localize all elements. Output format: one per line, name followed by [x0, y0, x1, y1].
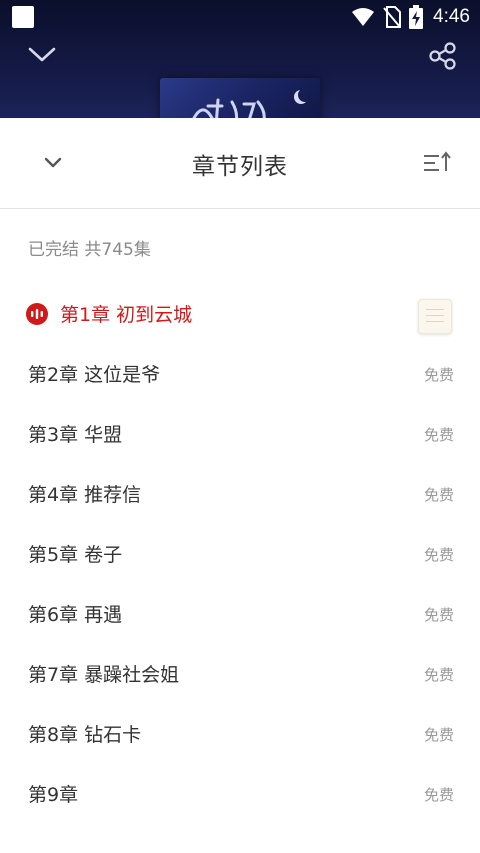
chapter-row[interactable]: 第7章 暴躁社会姐 免费 — [0, 644, 480, 704]
book-cover — [160, 78, 320, 118]
chapter-title: 第6章 再遇 — [28, 604, 123, 626]
chapter-title: 第1章 初到云城 — [60, 304, 193, 326]
free-badge: 免费 — [423, 366, 454, 384]
status-bar: 4:46 — [0, 0, 480, 34]
chapter-row[interactable]: 第8章 钻石卡 免费 — [0, 704, 480, 764]
sheet-title: 章节列表 — [192, 154, 288, 180]
chapter-title: 第3章 华盟 — [28, 424, 123, 446]
moon-decoration — [298, 88, 312, 102]
chapter-row[interactable]: 第4章 推荐信 免费 — [0, 464, 480, 524]
sort-order-icon[interactable] — [422, 150, 452, 176]
chapter-title: 第8章 钻石卡 — [28, 724, 142, 746]
chapter-row[interactable]: 第3章 华盟 免费 — [0, 404, 480, 464]
chapter-row[interactable]: 第6章 再遇 免费 — [0, 584, 480, 644]
chapter-title: 第5章 卷子 — [28, 544, 123, 566]
chapter-title: 第4章 推荐信 — [28, 484, 142, 506]
app-notification-icon — [12, 6, 34, 28]
chapter-list: 第1章 初到云城 第2章 这位是爷 免费 第3章 华盟 免费 第4章 推荐信 免… — [0, 284, 480, 824]
chapter-title: 第9章 — [28, 784, 79, 806]
chevron-down-icon[interactable] — [26, 40, 58, 68]
status-time: 4:46 — [433, 6, 470, 27]
series-summary: 已完结 共745集 — [28, 240, 151, 260]
free-badge: 免费 — [423, 666, 454, 684]
sheet-header: 章节列表 — [0, 118, 480, 209]
free-badge: 免费 — [423, 606, 454, 624]
chapter-title: 第2章 这位是爷 — [28, 364, 161, 386]
chapter-row-current[interactable]: 第1章 初到云城 — [0, 284, 480, 344]
chapter-row[interactable]: 第5章 卷子 免费 — [0, 524, 480, 584]
chapter-row[interactable]: 第2章 这位是爷 免费 — [0, 344, 480, 404]
battery-charging-icon — [409, 5, 424, 29]
now-playing-icon — [26, 303, 48, 325]
free-badge: 免费 — [423, 726, 454, 744]
cover-artwork — [192, 98, 266, 118]
free-badge: 免费 — [423, 426, 454, 444]
no-sim-icon — [383, 6, 402, 28]
wifi-icon — [352, 8, 375, 26]
share-icon[interactable] — [428, 42, 458, 70]
notes-icon[interactable] — [418, 299, 452, 334]
free-badge: 免费 — [423, 546, 454, 564]
chapter-row[interactable]: 第9章 免费 — [0, 764, 480, 824]
chapter-title: 第7章 暴躁社会姐 — [28, 664, 180, 686]
chapter-list-sheet: 章节列表 已完结 共745集 第1章 初到云城 第2章 这位是爷 免费 第3章 … — [0, 118, 480, 853]
free-badge: 免费 — [423, 786, 454, 804]
free-badge: 免费 — [423, 486, 454, 504]
